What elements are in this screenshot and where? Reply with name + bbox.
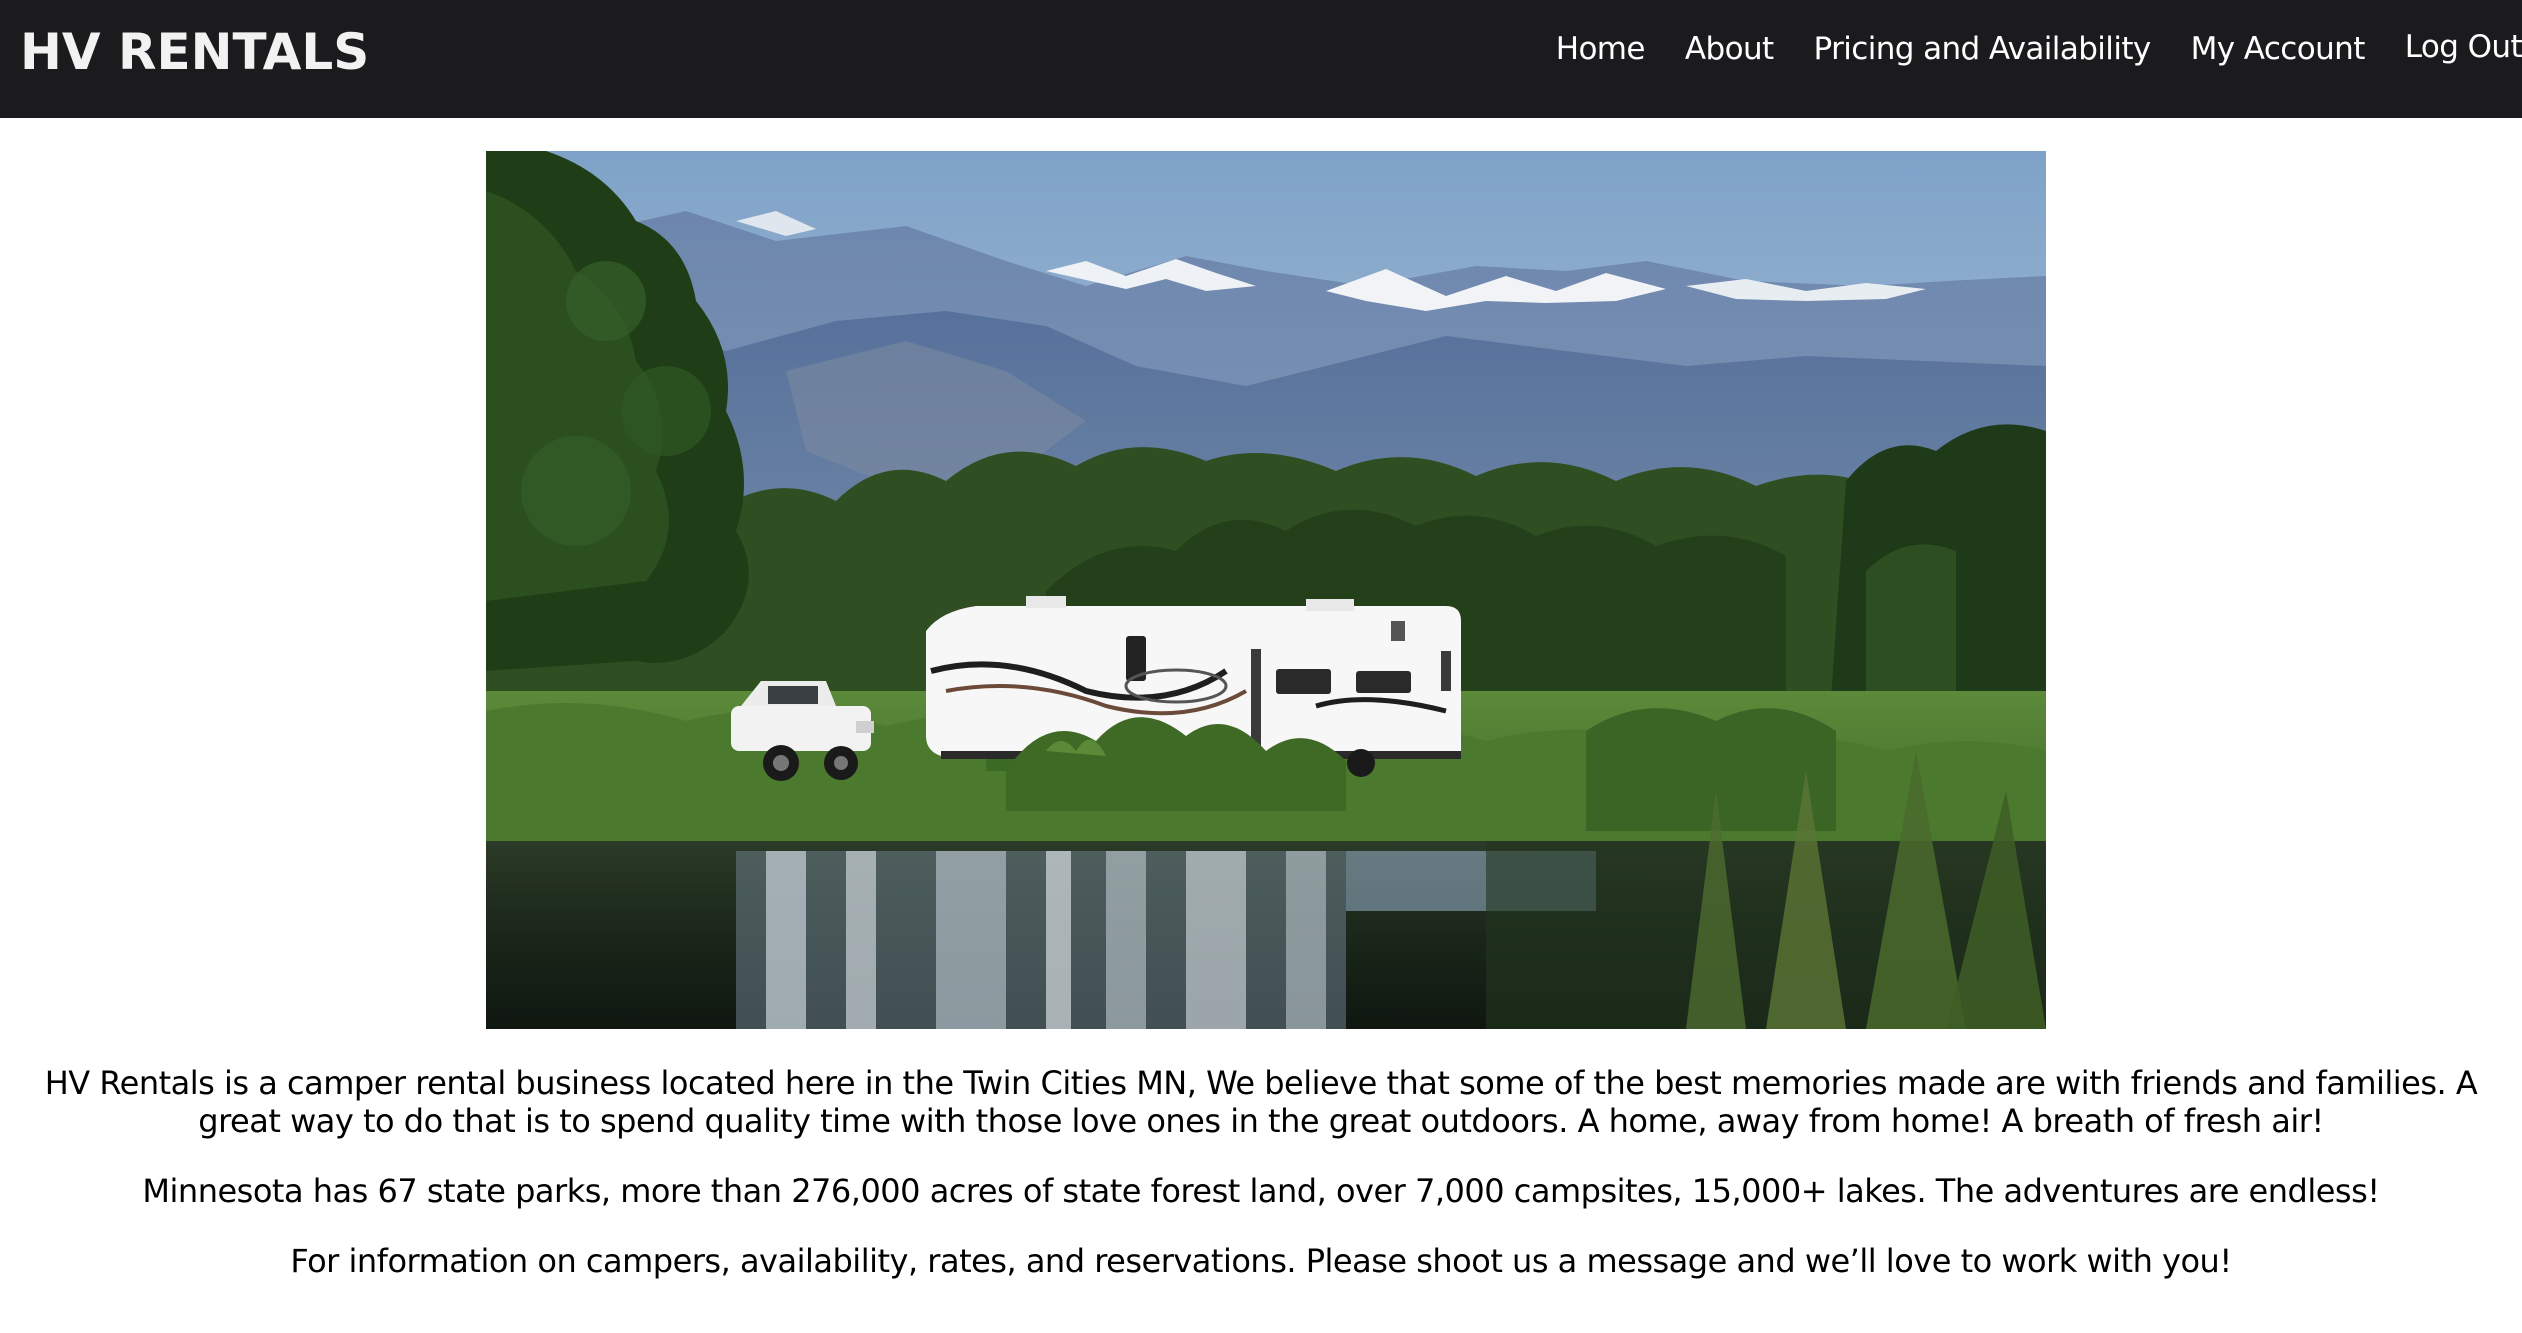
nav-link-log-out[interactable]: Log Out bbox=[2405, 22, 2522, 72]
top-navbar: HV RENTALS Home About Pricing and Availa… bbox=[0, 0, 2522, 118]
nav-link-home[interactable]: Home bbox=[1556, 24, 1646, 74]
hero-image-illustration bbox=[486, 151, 2046, 1029]
main-nav: Home About Pricing and Availability My A… bbox=[1516, 24, 2522, 74]
nav-link-about[interactable]: About bbox=[1685, 24, 1774, 74]
minnesota-facts-paragraph: Minnesota has 67 state parks, more than … bbox=[142, 1172, 2380, 1210]
intro-paragraph: HV Rentals is a camper rental business l… bbox=[44, 1064, 2478, 1140]
nav-link-pricing-availability[interactable]: Pricing and Availability bbox=[1814, 24, 2152, 74]
contact-invite-paragraph: For information on campers, availability… bbox=[290, 1242, 2232, 1280]
brand-logo-text[interactable]: HV RENTALS bbox=[20, 20, 369, 84]
main-content: HV Rentals is a camper rental business l… bbox=[0, 1064, 2522, 1312]
nav-link-my-account[interactable]: My Account bbox=[2191, 24, 2366, 74]
hero-image bbox=[486, 151, 2046, 1029]
